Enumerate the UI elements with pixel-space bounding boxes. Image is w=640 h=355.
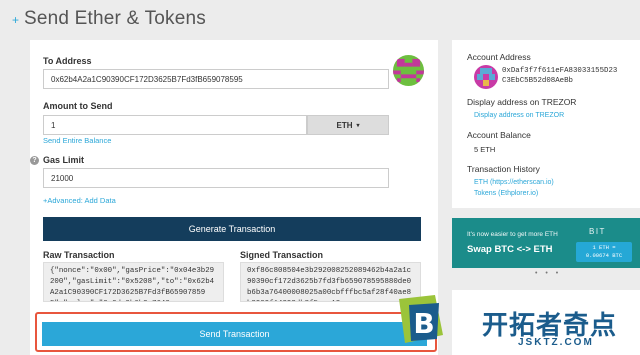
gas-limit-label: Gas Limit <box>43 155 85 165</box>
signed-transaction-textarea[interactable]: 0xf86c808504e3b292008252089462b4a2a1c903… <box>240 262 421 302</box>
send-transaction-button[interactable]: Send Transaction <box>42 322 427 346</box>
account-sidebar: Account Address 0xDaf3f7f611eFA83033155D… <box>452 40 640 208</box>
etherscan-link[interactable]: ETH (https://etherscan.io) <box>474 179 554 186</box>
watermark-logo: B <box>395 295 447 347</box>
ethplorer-link[interactable]: Tokens (Ethplorer.io) <box>474 190 538 197</box>
svg-text:B: B <box>413 307 434 340</box>
chevron-down-icon: ▾ <box>356 122 360 129</box>
help-icon[interactable]: ? <box>30 156 39 165</box>
send-form-panel: To Address 0x62b4A2a1C90390CF172D3625B7F… <box>30 40 438 355</box>
account-address-label: Account Address <box>467 52 531 62</box>
promo-title: Swap BTC <-> ETH <box>467 244 553 255</box>
send-entire-balance-link[interactable]: Send Entire Balance <box>43 136 111 145</box>
signed-transaction-label: Signed Transaction <box>240 250 324 260</box>
display-trezor-label: Display address on TREZOR <box>467 97 577 107</box>
rate-badge: 1 ETH = 0.00674 BTC <box>576 242 632 262</box>
account-address-value: 0xDaf3f7f611eFA83033155D23C3EbC5B52d08Ae… <box>502 67 618 85</box>
account-balance-label: Account Balance <box>467 130 531 140</box>
to-address-label: To Address <box>43 56 92 66</box>
expand-icon[interactable]: + <box>12 13 19 27</box>
display-trezor-link[interactable]: Display address on TREZOR <box>474 112 564 119</box>
amount-input[interactable]: 1 <box>43 115 307 135</box>
generate-transaction-button[interactable]: Generate Transaction <box>43 217 421 241</box>
raw-transaction-textarea[interactable]: {"nonce":"0x00","gasPrice":"0x04e3b29200… <box>43 262 224 302</box>
gas-limit-input[interactable]: 21000 <box>43 168 389 188</box>
amount-label: Amount to Send <box>43 101 113 111</box>
carousel-dots[interactable]: • • • <box>535 270 561 277</box>
account-balance-value: 5 ETH <box>474 145 496 154</box>
account-identicon <box>474 65 498 89</box>
token-select[interactable]: ETH ▾ <box>307 115 389 135</box>
swap-promo-banner[interactable]: It's now easier to get more ETH Swap BTC… <box>452 218 640 268</box>
recipient-identicon <box>393 55 424 86</box>
token-select-label: ETH <box>336 120 353 130</box>
rate-line-1: 1 ETH = <box>592 244 616 251</box>
page-header: + Send Ether & Tokens <box>12 8 206 30</box>
raw-transaction-label: Raw Transaction <box>43 250 115 260</box>
watermark-url: JSKTZ.COM <box>518 337 594 348</box>
page-title: Send Ether & Tokens <box>24 8 206 29</box>
bity-logo: BIT <box>589 227 606 236</box>
advanced-add-data-link[interactable]: +Advanced: Add Data <box>43 196 116 205</box>
rate-line-2: 0.00674 BTC <box>585 252 623 259</box>
to-address-input[interactable]: 0x62b4A2a1C90390CF172D3625B7Fd3fB6590785… <box>43 69 389 89</box>
promo-subtext: It's now easier to get more ETH <box>467 231 558 238</box>
transaction-history-label: Transaction History <box>467 164 540 174</box>
